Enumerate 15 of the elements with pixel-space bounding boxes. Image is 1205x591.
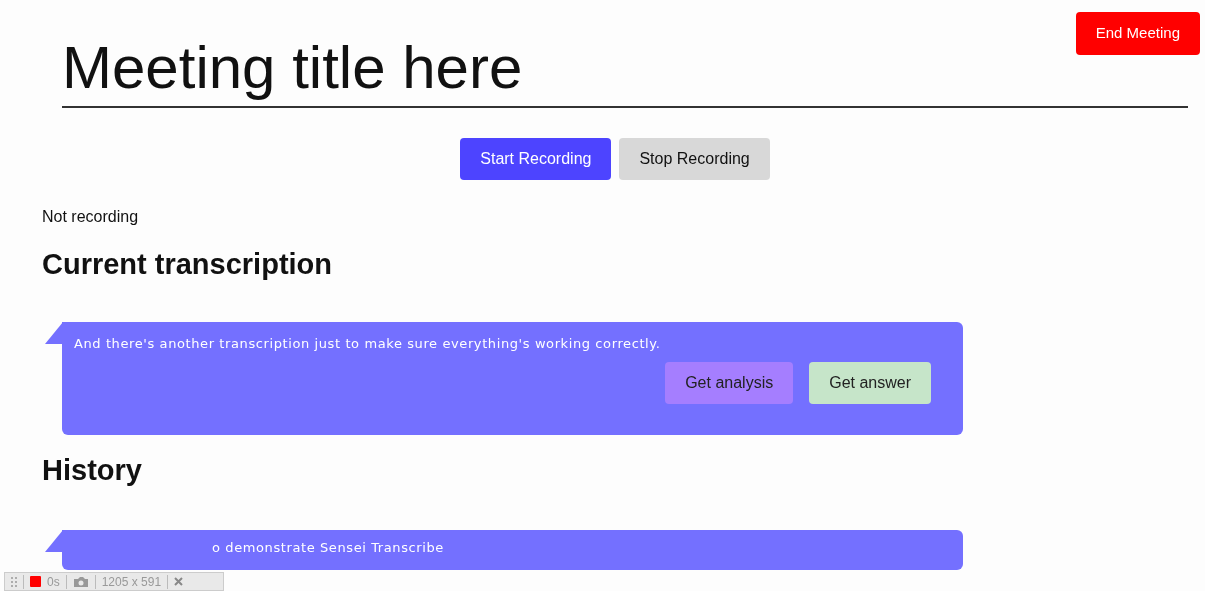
stop-recording-button[interactable]: Stop Recording <box>619 138 770 180</box>
transcription-text: o demonstrate Sensei Transcribe <box>211 539 445 558</box>
size-label: 1205 x 591 <box>101 573 162 591</box>
end-meeting-button[interactable]: End Meeting <box>1075 12 1200 55</box>
camera-icon[interactable] <box>72 575 89 588</box>
get-analysis-button[interactable]: Get analysis <box>665 362 794 405</box>
drag-handle-icon[interactable] <box>11 576 17 587</box>
transcription-text: And there's another transcription just to make sure everything's working correctly. <box>73 334 662 353</box>
start-recording-button[interactable]: Start Recording <box>460 138 612 180</box>
get-answer-button[interactable]: Get answer <box>809 362 931 405</box>
duration-label: 0s <box>47 573 60 591</box>
section-heading: History <box>42 453 142 489</box>
close-icon[interactable] <box>174 577 184 586</box>
section-heading: Current transcription <box>42 247 333 282</box>
recording-status: Not recording <box>42 207 139 227</box>
